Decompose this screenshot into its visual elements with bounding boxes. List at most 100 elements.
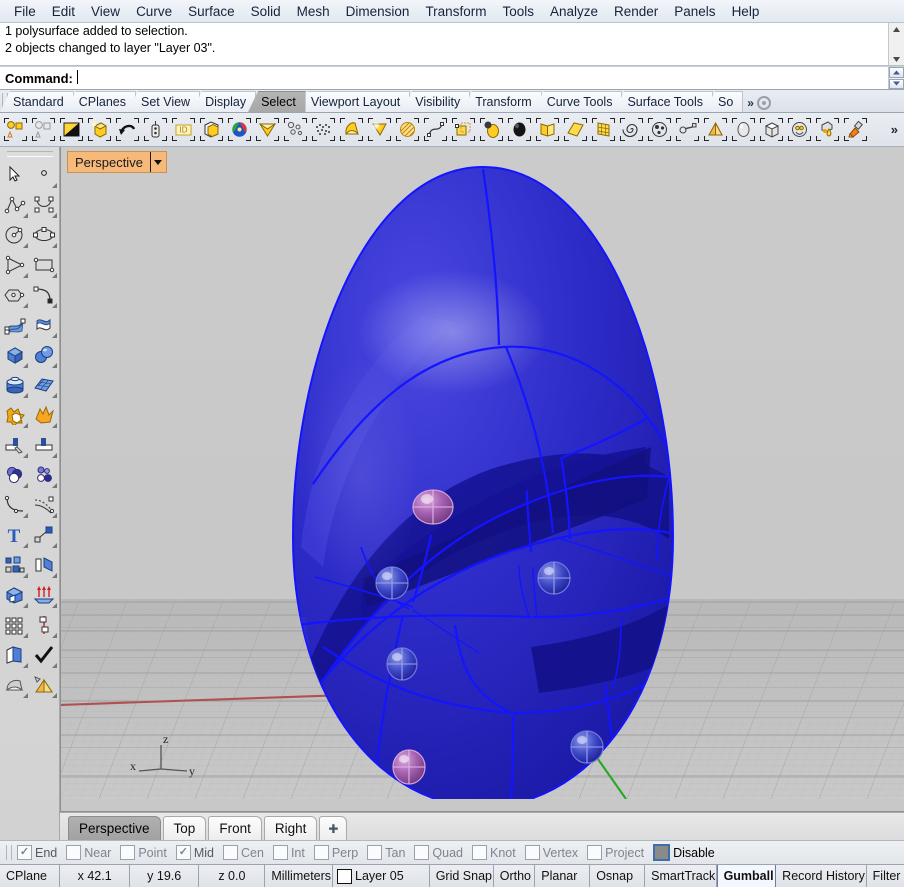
boolean-union-icon[interactable] [1,400,30,430]
explode-icon[interactable] [30,400,59,430]
osnap-knot[interactable]: Knot [472,845,516,860]
tab-visibility[interactable]: Visibility [402,91,471,112]
select-spheres-icon[interactable] [478,116,505,144]
osnap-disable[interactable]: Disable [653,844,715,861]
analyze-direction-icon[interactable] [30,610,59,640]
osnap-cen[interactable]: Cen [223,845,264,860]
menu-item-panels[interactable]: Panels [666,2,723,21]
viewport-tab-right[interactable]: Right [263,816,318,840]
tab-curve-tools[interactable]: Curve Tools [533,91,623,112]
select-meshes-icon[interactable] [506,116,533,144]
toolbar-tab-overflow[interactable]: » [747,96,771,112]
menu-item-curve[interactable]: Curve [128,2,180,21]
status-units[interactable]: Millimeters [265,865,334,887]
invert-selection-icon[interactable] [58,116,85,144]
offset-curve-icon[interactable] [30,490,59,520]
point-object-icon[interactable] [30,160,59,190]
trim-icon[interactable] [1,430,30,460]
viewport-title[interactable]: Perspective [67,151,167,173]
polygon-triangle-icon[interactable] [1,250,30,280]
osnap-cen-checkbox[interactable] [223,845,238,860]
select-points-icon[interactable] [2,116,29,144]
status-toggle-osnap[interactable]: Osnap [590,865,646,887]
select-annotation-icon[interactable] [786,116,813,144]
extrude-surface-icon[interactable] [30,310,59,340]
status-toggle-smarttrack[interactable]: SmartTrack [645,865,717,887]
osnap-project[interactable]: Project [587,845,644,860]
arc-icon[interactable] [30,280,59,310]
select-points-cloud-icon[interactable] [310,116,337,144]
rotate-icon[interactable] [30,550,59,580]
select-cone-icon[interactable] [702,116,729,144]
sphere-solid-icon[interactable] [30,340,59,370]
extrude-up-icon[interactable] [30,580,59,610]
viewport-tab-perspective[interactable]: Perspective [68,816,161,840]
select-by-color-icon[interactable] [226,116,253,144]
check-mark-icon[interactable] [30,640,59,670]
select-surface-icon[interactable] [366,116,393,144]
osnap-disable-checkbox[interactable] [653,844,671,861]
tab-viewport-layout[interactable]: Viewport Layout [297,91,411,112]
select-small-objects-icon[interactable] [282,116,309,144]
select-light-icon[interactable] [674,116,701,144]
select-by-clipping-icon[interactable] [142,116,169,144]
status-toggle-gumball[interactable]: Gumball [716,865,777,887]
viewport-tab-front[interactable]: Front [208,816,262,840]
osnap-tan-checkbox[interactable] [367,845,383,860]
select-surfaces-icon[interactable] [254,116,281,144]
chevron-down-icon[interactable] [149,152,166,172]
scale-icon[interactable] [30,520,59,550]
circle-icon[interactable] [1,220,30,250]
select-planar-surfaces-icon[interactable] [562,116,589,144]
spinner-down-icon[interactable] [889,78,904,89]
select-previous-icon[interactable] [114,116,141,144]
point-cloud-icon[interactable] [30,460,59,490]
status-toggle-ortho[interactable]: Ortho [494,865,536,887]
osnap-near[interactable]: Near [66,845,111,860]
select-by-name-icon[interactable]: ID [170,116,197,144]
osnap-end[interactable]: ✓ End [17,845,57,860]
menu-item-dimension[interactable]: Dimension [338,2,418,21]
box-solid-icon[interactable] [1,340,30,370]
grid-array-icon[interactable] [1,610,30,640]
tab-display[interactable]: Display [192,91,257,112]
menu-item-render[interactable]: Render [606,2,666,21]
tab-cplanes[interactable]: CPlanes [65,91,136,112]
perspective-viewport[interactable]: Perspective z y x [60,147,904,812]
select-grid-surfaces-icon[interactable] [590,116,617,144]
gear-icon[interactable] [756,96,771,110]
array-icon[interactable] [1,550,30,580]
osnap-vertex[interactable]: Vertex [524,845,578,860]
add-viewport-icon[interactable]: ✚ [319,816,348,840]
select-last-created-icon[interactable] [86,116,113,144]
scroll-down-arrow-icon[interactable] [889,53,904,65]
osnap-project-checkbox[interactable] [587,845,603,860]
open-book-surface-icon[interactable] [1,640,30,670]
command-line[interactable]: Command: [0,66,904,89]
viewport-tab-top[interactable]: Top [162,816,207,840]
text-tool-icon[interactable]: T [1,520,30,550]
polyline-icon[interactable] [1,190,30,220]
control-point-curve-icon[interactable] [30,190,59,220]
select-material-icon[interactable] [814,116,841,144]
menu-item-solid[interactable]: Solid [243,2,289,21]
tab-transform[interactable]: Transform [462,91,542,112]
command-input[interactable] [75,70,904,86]
osnap-vertex-checkbox[interactable] [524,845,540,860]
fillet-curve-icon[interactable] [1,490,30,520]
select-ellipsoid-icon[interactable] [730,116,757,144]
menu-item-file[interactable]: File [6,2,44,21]
cap-solid-icon[interactable] [1,580,30,610]
status-toggle-grid-snap[interactable]: Grid Snap [430,865,494,887]
menu-item-mesh[interactable]: Mesh [289,2,338,21]
select-spirals-icon[interactable] [618,116,645,144]
status-toggle-filter[interactable]: Filter [867,865,904,887]
status-cplane[interactable]: CPlane [0,865,61,887]
select-curves-icon[interactable] [422,116,449,144]
tab-surface-tools[interactable]: Surface Tools [614,91,713,112]
menu-item-transform[interactable]: Transform [417,2,494,21]
menu-item-tools[interactable]: Tools [494,2,542,21]
status-toggle-planar[interactable]: Planar [535,865,591,887]
menu-item-analyze[interactable]: Analyze [542,2,606,21]
menu-item-surface[interactable]: Surface [180,2,243,21]
